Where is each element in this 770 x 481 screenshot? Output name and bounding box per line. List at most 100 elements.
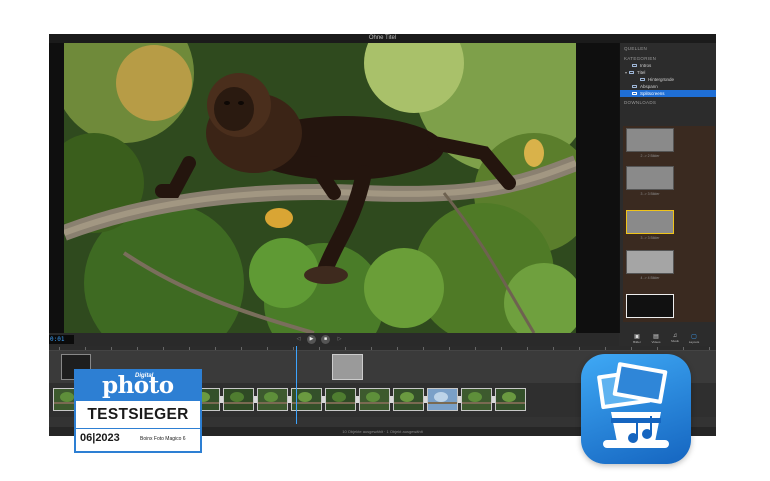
media-tab-bilder[interactable]: ▣ Bilder bbox=[628, 333, 646, 346]
media-tab-videos[interactable]: ▤ Videos bbox=[647, 333, 665, 346]
badge-header: Digital photo bbox=[76, 371, 200, 401]
preview-area[interactable] bbox=[49, 43, 619, 333]
ruler-tick bbox=[475, 347, 476, 350]
clip-thumbnail bbox=[230, 392, 244, 402]
template-thumbnail[interactable] bbox=[626, 128, 674, 152]
timecode-display: 0:01 bbox=[49, 335, 74, 344]
template-browser: 2 -> 2 Bilder 3 -> 3 Bilder 3 -> 3 Bilde… bbox=[623, 126, 715, 322]
section-kategorien: KATEGORIEN bbox=[624, 56, 657, 61]
ruler-tick bbox=[319, 347, 320, 350]
ruler-tick bbox=[631, 347, 632, 350]
ruler-tick bbox=[345, 347, 346, 350]
clip-thumbnail-detail bbox=[428, 402, 457, 404]
sidebar: QUELLEN KATEGORIEN Intros ▾ Titel Hinterg… bbox=[619, 43, 716, 379]
sidebar-item-abspann[interactable]: Abspann bbox=[620, 83, 716, 90]
timeline-clip[interactable] bbox=[461, 388, 492, 411]
sidebar-item-label: Splitscreens bbox=[640, 91, 665, 96]
sidebar-item-splitscreens[interactable]: Splitscreens bbox=[620, 90, 716, 97]
transport-bar: 0:01 ◁ ▶ ■ ▷ bbox=[49, 333, 619, 346]
stop-icon[interactable]: ■ bbox=[321, 335, 330, 344]
stage: Ohne Titel QUELLEN KATEGORIEN Intros ▾ T… bbox=[0, 0, 770, 481]
ruler-tick bbox=[267, 347, 268, 350]
clip-thumbnail bbox=[264, 392, 278, 402]
media-tab-label: Layouts bbox=[688, 340, 700, 344]
timeline-clip[interactable] bbox=[495, 388, 526, 411]
template-caption: 4 -> 4 Bilder bbox=[640, 276, 660, 280]
play-icon[interactable]: ▶ bbox=[307, 335, 316, 344]
clip-thumbnail bbox=[502, 392, 516, 402]
clip-thumbnail-detail bbox=[360, 402, 389, 404]
template-thumbnail-selected[interactable] bbox=[626, 210, 674, 234]
media-tab-musik[interactable]: ♫ Musik bbox=[666, 333, 684, 346]
media-tab-label: Musik bbox=[671, 339, 679, 343]
clip-thumbnail-detail bbox=[258, 402, 287, 404]
clip-thumbnail-detail bbox=[394, 402, 423, 404]
folder-icon bbox=[629, 70, 635, 75]
timeline-clip[interactable] bbox=[359, 388, 390, 411]
clip-thumbnail-detail bbox=[496, 402, 525, 404]
chevron-down-icon[interactable]: ▾ bbox=[625, 69, 627, 76]
ruler-tick bbox=[111, 347, 112, 350]
folder-icon bbox=[632, 63, 637, 68]
badge-footer: 06|2023 Boinx Foto Magico 6 bbox=[76, 428, 200, 451]
sidebar-item-label: Titel bbox=[637, 70, 646, 75]
timeline-clip[interactable] bbox=[223, 388, 254, 411]
timeline-clip[interactable] bbox=[393, 388, 424, 411]
ruler-tick bbox=[397, 347, 398, 350]
folder-icon bbox=[640, 77, 645, 82]
clip-thumbnail bbox=[434, 392, 448, 402]
ruler-tick bbox=[423, 347, 424, 350]
sidebar-item-label: Abspann bbox=[640, 84, 658, 89]
media-tab-label: Videos bbox=[651, 340, 661, 344]
ruler-tick bbox=[709, 347, 710, 350]
ruler-tick bbox=[293, 347, 294, 350]
ruler-tick bbox=[657, 347, 658, 350]
sidebar-item-hintergruende[interactable]: Hintergründe bbox=[620, 76, 716, 83]
badge-testsieger-text: TESTSIEGER bbox=[87, 406, 189, 423]
media-tab-layouts[interactable]: ▢ Layouts bbox=[685, 333, 703, 346]
template-thumbnail[interactable] bbox=[626, 294, 674, 318]
ruler-tick bbox=[579, 347, 580, 350]
ruler-tick bbox=[605, 347, 606, 350]
sidebar-item-label: Hintergründe bbox=[648, 77, 675, 82]
clip-thumbnail bbox=[468, 392, 482, 402]
ruler-tick bbox=[59, 347, 60, 350]
sidebar-item-titel[interactable]: ▾ Titel bbox=[620, 69, 716, 76]
folder-icon bbox=[632, 91, 637, 96]
sidebar-item-intros[interactable]: Intros bbox=[620, 62, 716, 69]
testsieger-badge: Digital photo TESTSIEGER 06|2023 Boinx F… bbox=[74, 369, 202, 453]
title-clip[interactable] bbox=[332, 354, 363, 380]
ruler-tick bbox=[163, 347, 164, 350]
badge-photo-text: photo bbox=[102, 372, 174, 399]
ruler-tick bbox=[189, 347, 190, 350]
section-downloads: DOWNLOADS bbox=[624, 100, 657, 105]
template-thumbnail[interactable] bbox=[626, 250, 674, 274]
ruler-tick bbox=[449, 347, 450, 350]
clip-thumbnail-detail bbox=[462, 402, 491, 404]
media-toolbar: ▣ Bilder ▤ Videos ♫ Musik ▢ Layouts bbox=[619, 333, 716, 346]
window-title: Ohne Titel bbox=[49, 34, 716, 43]
fotomagico-app-icon bbox=[581, 354, 691, 464]
skip-back-icon[interactable]: ◁ bbox=[294, 335, 303, 344]
template-thumbnail[interactable] bbox=[626, 166, 674, 190]
playhead[interactable] bbox=[296, 346, 297, 424]
ruler-tick bbox=[553, 347, 554, 350]
timeline-clip[interactable] bbox=[427, 388, 458, 411]
template-caption: 3 -> 3 Bilder bbox=[640, 236, 660, 240]
skip-forward-icon[interactable]: ▷ bbox=[335, 335, 344, 344]
timeline-clip[interactable] bbox=[325, 388, 356, 411]
sidebar-item-label: Intros bbox=[640, 63, 652, 68]
ruler-tick bbox=[215, 347, 216, 350]
ruler-tick bbox=[85, 347, 86, 350]
ruler-tick bbox=[137, 347, 138, 350]
ruler-tick bbox=[241, 347, 242, 350]
ruler-tick bbox=[501, 347, 502, 350]
template-caption: 3 -> 3 Bilder bbox=[640, 192, 660, 196]
ruler-tick bbox=[683, 347, 684, 350]
clip-thumbnail bbox=[60, 392, 74, 402]
preview-photo bbox=[64, 43, 576, 333]
badge-product: Boinx Foto Magico 6 bbox=[140, 436, 186, 442]
timeline-clip[interactable] bbox=[257, 388, 288, 411]
ruler-tick bbox=[527, 347, 528, 350]
clip-thumbnail bbox=[366, 392, 380, 402]
